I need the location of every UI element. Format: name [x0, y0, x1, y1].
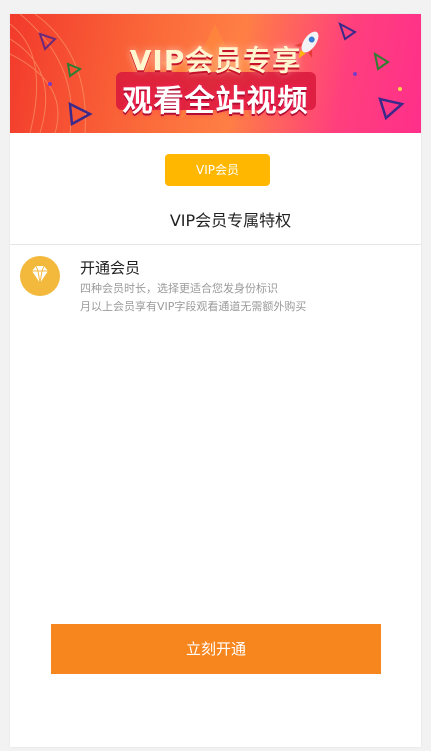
benefit-title: 开通会员: [80, 259, 141, 277]
divider: [10, 244, 421, 245]
vip-badge[interactable]: VIP会员: [165, 154, 270, 186]
benefit-desc-line2: 月以上会员享有VIP字段观看通道无需额外购买: [80, 300, 307, 313]
vip-page: VIP会员专享 观看全站视频 VIP会员 VIP会员专属特权 开通会员 四种会员…: [10, 14, 421, 747]
vip-banner: VIP会员专享 观看全站视频: [10, 14, 421, 133]
section-title: VIP会员专属特权: [169, 211, 292, 230]
benefit-description: 四种会员时长，选择更适合您发身份标识 月以上会员享有VIP字段观看通道无需额外购…: [80, 280, 400, 316]
benefit-desc-line1: 四种会员时长，选择更适合您发身份标识: [80, 282, 278, 295]
banner-subtitle: 观看全站视频: [122, 84, 309, 119]
diamond-icon: [20, 256, 60, 296]
open-membership-button[interactable]: 立刻开通: [51, 624, 381, 674]
banner-title: VIP会员专享: [129, 44, 302, 77]
